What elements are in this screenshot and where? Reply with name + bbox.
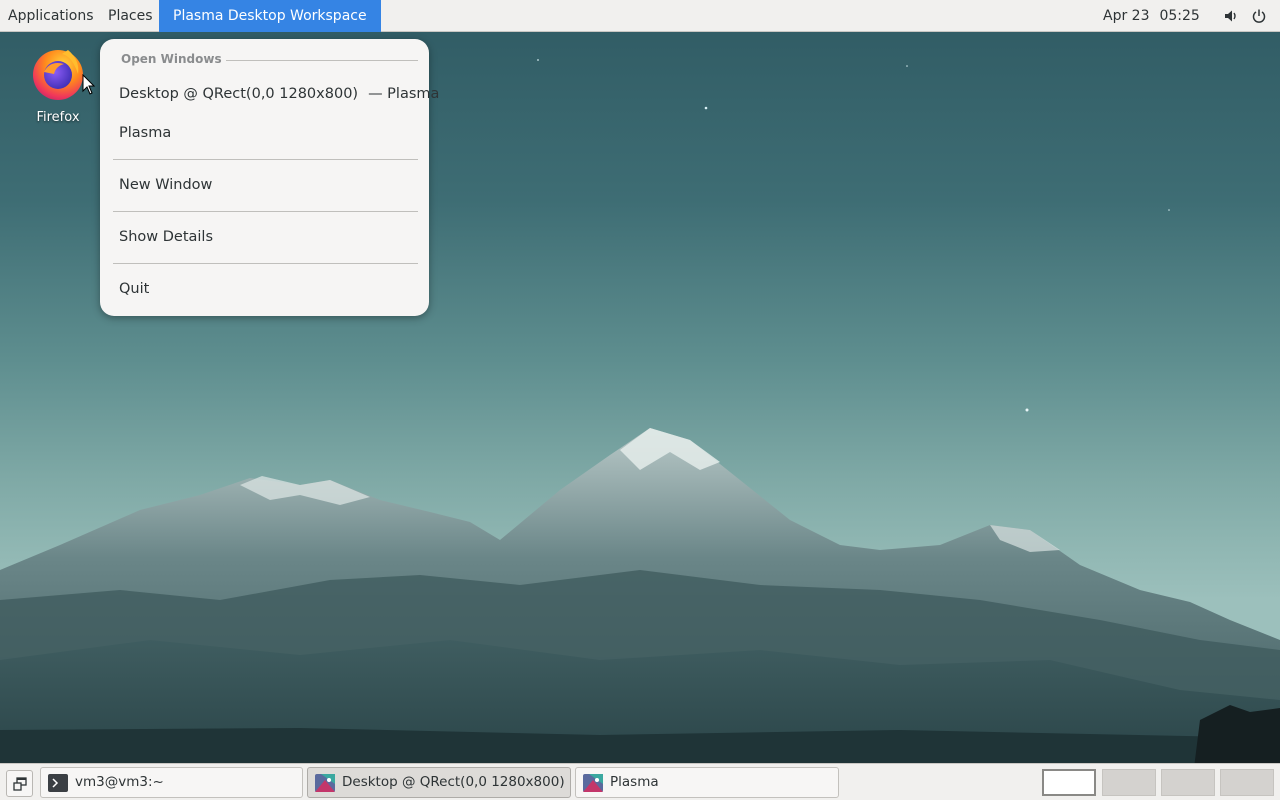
- firefox-icon: [28, 42, 88, 102]
- workspace-3[interactable]: [1161, 769, 1215, 796]
- workspace-4[interactable]: [1220, 769, 1274, 796]
- taskbar-button-terminal[interactable]: vm3@vm3:~: [40, 767, 303, 798]
- menu-section-divider: [226, 60, 418, 61]
- clock-date: Apr 23: [1103, 8, 1150, 24]
- menu-item-new-window[interactable]: New Window: [109, 168, 420, 202]
- mouse-cursor-icon: [82, 73, 96, 96]
- terminal-icon: [48, 774, 68, 792]
- desktop-screen: Applications Places Plasma Desktop Works…: [0, 0, 1280, 800]
- plasma-icon: [315, 774, 335, 792]
- show-desktop-icon: [13, 777, 27, 791]
- volume-icon[interactable]: [1223, 8, 1239, 24]
- desktop-icon-label: Firefox: [36, 110, 80, 125]
- plasma-icon: [583, 774, 603, 792]
- clock-time: 05:25: [1159, 8, 1200, 24]
- workspace-1[interactable]: [1042, 769, 1096, 796]
- menu-item-quit[interactable]: Quit: [109, 272, 420, 306]
- menu-item-label: Desktop @ QRect(0,0 1280x800): [119, 86, 359, 102]
- menu-separator: [113, 263, 418, 264]
- taskbar-button-label: vm3@vm3:~: [75, 774, 164, 790]
- places-menu[interactable]: Places: [100, 0, 161, 32]
- menu-separator: [113, 159, 418, 160]
- show-desktop-button[interactable]: [6, 770, 33, 797]
- active-app-menu[interactable]: Plasma Desktop Workspace: [159, 0, 381, 32]
- bottom-taskbar: vm3@vm3:~ Desktop @ QRect(0,0 1280x800) …: [0, 763, 1280, 800]
- menu-separator: [113, 211, 418, 212]
- window-list-menu: Open Windows Desktop @ QRect(0,0 1280x80…: [100, 39, 439, 316]
- menu-item-show-details[interactable]: Show Details: [109, 220, 420, 254]
- power-icon[interactable]: [1251, 8, 1267, 24]
- menu-item-plasma-window[interactable]: Plasma: [109, 116, 420, 150]
- top-panel: Applications Places Plasma Desktop Works…: [0, 0, 1280, 32]
- menu-item-suffix: — Plasma: [368, 86, 440, 102]
- clock[interactable]: Apr 23 05:25: [1093, 0, 1210, 32]
- menu-item-desktop-window[interactable]: Desktop @ QRect(0,0 1280x800) — Plasma: [109, 77, 439, 111]
- taskbar-button-plasma[interactable]: Plasma: [575, 767, 839, 798]
- taskbar-button-label: Desktop @ QRect(0,0 1280x800) ...: [342, 774, 571, 790]
- applications-menu[interactable]: Applications: [0, 0, 102, 32]
- workspace-2[interactable]: [1102, 769, 1156, 796]
- taskbar-button-desktop[interactable]: Desktop @ QRect(0,0 1280x800) ...: [307, 767, 571, 798]
- menu-section-header: Open Windows: [121, 52, 222, 66]
- taskbar-button-label: Plasma: [610, 774, 659, 790]
